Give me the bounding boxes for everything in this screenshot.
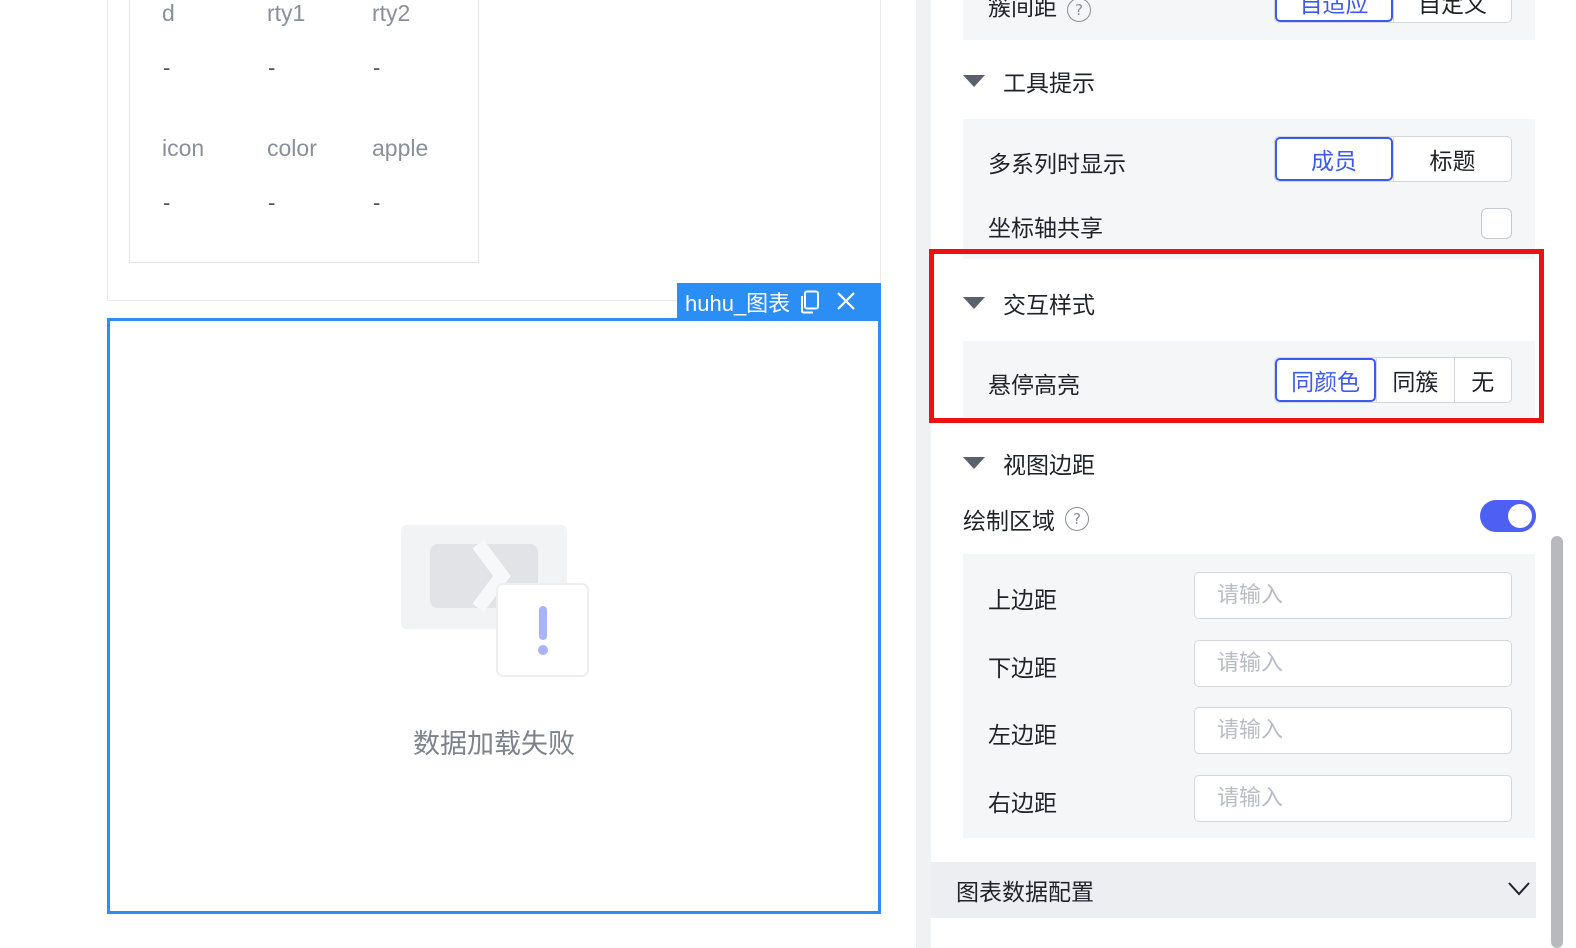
- top-margin-input[interactable]: [1194, 572, 1512, 619]
- option-member[interactable]: 成员: [1275, 137, 1394, 181]
- table-value-cell: -: [373, 55, 381, 80]
- caret-down-icon: [963, 75, 985, 87]
- component-name: huhu_图表: [685, 290, 791, 316]
- help-icon[interactable]: ?: [1065, 507, 1089, 531]
- section-header-tooltip[interactable]: 工具提示: [963, 64, 1095, 98]
- table-header-cell: color: [267, 135, 317, 161]
- panel-scrollbar[interactable]: [1551, 536, 1563, 948]
- table-value-cell: -: [163, 190, 171, 215]
- table-header-cell: icon: [162, 135, 205, 161]
- table-value-cell: -: [163, 55, 171, 80]
- draw-area-label: 绘制区域 ?: [963, 502, 1089, 536]
- toggle-knob: [1508, 504, 1532, 528]
- bottom-margin-label: 下边距: [988, 656, 1057, 682]
- table-header-cell: apple: [372, 135, 429, 161]
- option-custom[interactable]: 自定义: [1393, 0, 1511, 22]
- highlight-annotation-box: [929, 249, 1544, 423]
- option-title[interactable]: 标题: [1393, 137, 1511, 181]
- table-value-cell: -: [268, 55, 276, 80]
- draw-area-toggle[interactable]: [1480, 500, 1536, 532]
- data-table: [129, 0, 479, 263]
- data-load-failed-illustration: [398, 522, 593, 682]
- help-icon[interactable]: ?: [1067, 0, 1091, 22]
- component-tag[interactable]: huhu_图表: [677, 283, 881, 320]
- option-adaptive[interactable]: 自适应: [1275, 0, 1394, 22]
- section-header-view-margin[interactable]: 视图边距: [963, 446, 1095, 480]
- empty-state-message: 数据加载失败: [413, 729, 575, 760]
- section-title: 视图边距: [1003, 453, 1095, 479]
- table-header-cell: rty2: [372, 0, 411, 26]
- table-header-cell: rty1: [267, 0, 306, 26]
- axis-share-label: 坐标轴共享: [988, 216, 1103, 242]
- left-margin-label: 左边距: [988, 723, 1057, 749]
- cluster-gap-segmented[interactable]: 自适应 自定义: [1274, 0, 1512, 23]
- top-margin-label: 上边距: [988, 588, 1057, 614]
- left-margin-input[interactable]: [1194, 707, 1512, 754]
- table-value-cell: -: [373, 190, 381, 215]
- cluster-gap-label: 簇间距?: [988, 0, 1091, 22]
- close-icon[interactable]: [836, 289, 856, 315]
- right-margin-label: 右边距: [988, 791, 1057, 817]
- panel-divider[interactable]: [916, 0, 931, 948]
- multi-series-segmented[interactable]: 成员 标题: [1274, 136, 1512, 182]
- copy-icon[interactable]: [800, 290, 820, 314]
- multi-series-label: 多系列时显示: [988, 152, 1126, 178]
- report-canvas: d rty1 rty2 - - - icon color apple - - -…: [0, 0, 916, 948]
- right-margin-input[interactable]: [1194, 775, 1512, 822]
- chevron-down-icon[interactable]: [1504, 874, 1534, 904]
- bottom-margin-input[interactable]: [1194, 640, 1512, 687]
- caret-down-icon: [963, 457, 985, 469]
- chart-data-config-header[interactable]: 图表数据配置: [931, 862, 1536, 918]
- table-header-cell: d: [162, 0, 175, 26]
- axis-share-checkbox[interactable]: [1481, 208, 1512, 239]
- table-value-cell: -: [268, 190, 276, 215]
- section-title: 图表数据配置: [956, 880, 1094, 906]
- section-title: 工具提示: [1003, 71, 1095, 97]
